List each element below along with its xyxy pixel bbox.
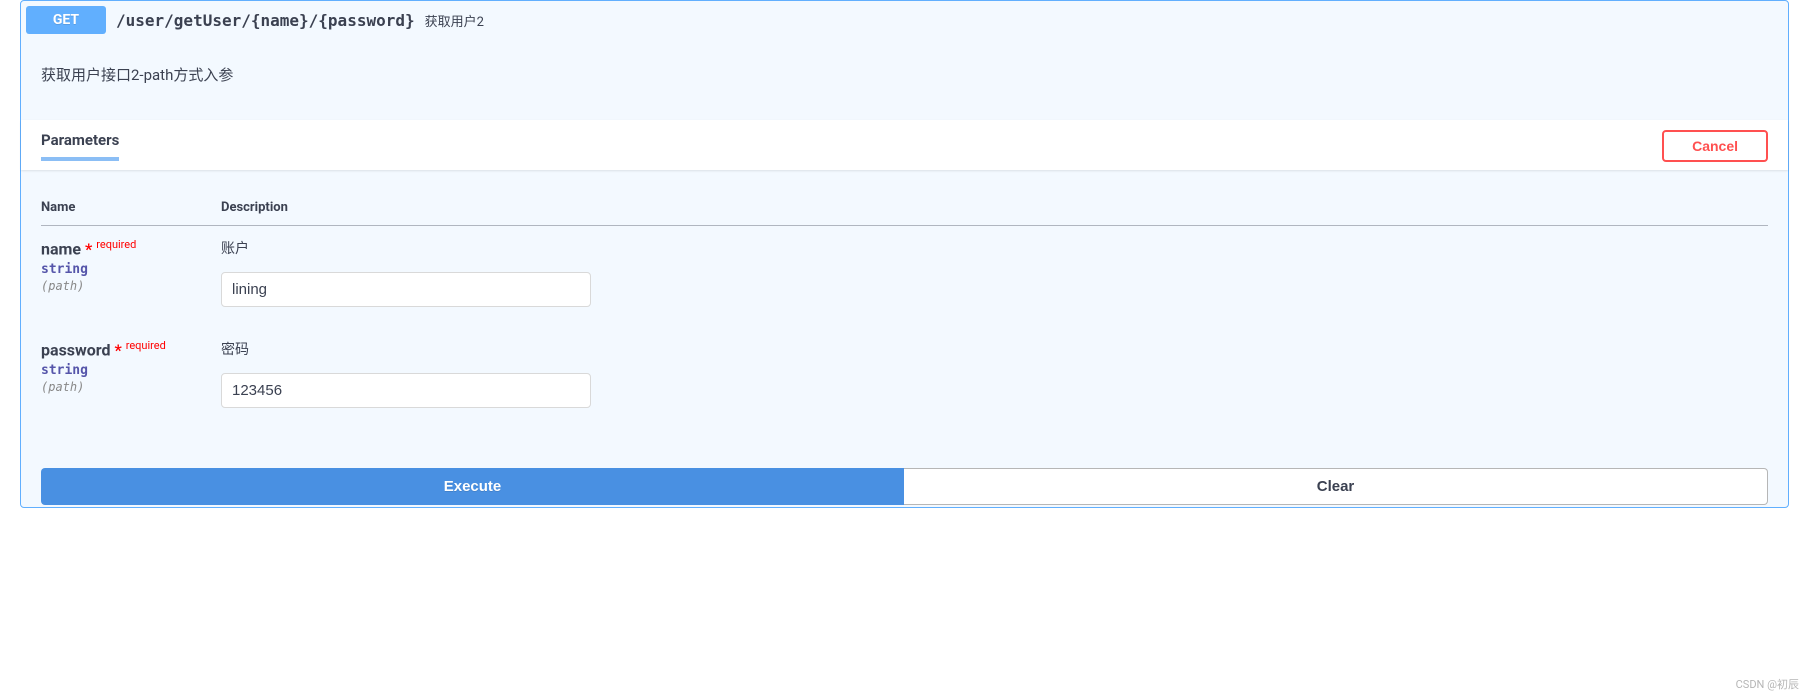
table-row: name * required string (path) 账户	[41, 226, 1768, 328]
column-header-name: Name	[41, 190, 221, 226]
operation-summary[interactable]: GET /user/getUser/{name}/{password} 获取用户…	[21, 1, 1788, 39]
required-label: required	[96, 238, 136, 251]
clear-button[interactable]: Clear	[904, 468, 1768, 505]
operation-path: /user/getUser/{name}/{password}	[116, 11, 415, 30]
param-location: (path)	[41, 380, 221, 394]
parameters-tab[interactable]: Parameters	[41, 131, 119, 161]
operation-title: 获取用户2	[425, 11, 484, 30]
param-description: 账户	[221, 238, 1768, 258]
parameters-table: Name Description name * required string	[41, 190, 1768, 428]
watermark: CSDN @初辰	[1736, 676, 1799, 692]
cancel-button[interactable]: Cancel	[1662, 130, 1768, 162]
operation-description: 获取用户接口2-path方式入参	[21, 39, 1788, 120]
table-row: password * required string (path) 密码	[41, 327, 1768, 428]
required-star-icon: *	[114, 340, 121, 359]
column-header-description: Description	[221, 190, 1768, 226]
required-label: required	[126, 339, 166, 352]
param-name: password	[41, 340, 111, 359]
parameters-bar: Parameters Cancel	[21, 120, 1788, 170]
method-badge: GET	[26, 6, 106, 34]
required-star-icon: *	[85, 239, 92, 258]
param-name-input[interactable]	[221, 272, 591, 307]
param-type: string	[41, 363, 221, 378]
param-description: 密码	[221, 339, 1768, 359]
action-row: Execute Clear	[21, 468, 1788, 507]
param-type: string	[41, 262, 221, 277]
execute-button[interactable]: Execute	[41, 468, 904, 505]
param-password-input[interactable]	[221, 373, 591, 408]
param-location: (path)	[41, 279, 221, 293]
param-name: name	[41, 239, 81, 258]
parameters-content: Name Description name * required string	[21, 170, 1788, 468]
operation-body: 获取用户接口2-path方式入参 Parameters Cancel Name …	[21, 39, 1788, 507]
operation-block: GET /user/getUser/{name}/{password} 获取用户…	[20, 0, 1789, 508]
